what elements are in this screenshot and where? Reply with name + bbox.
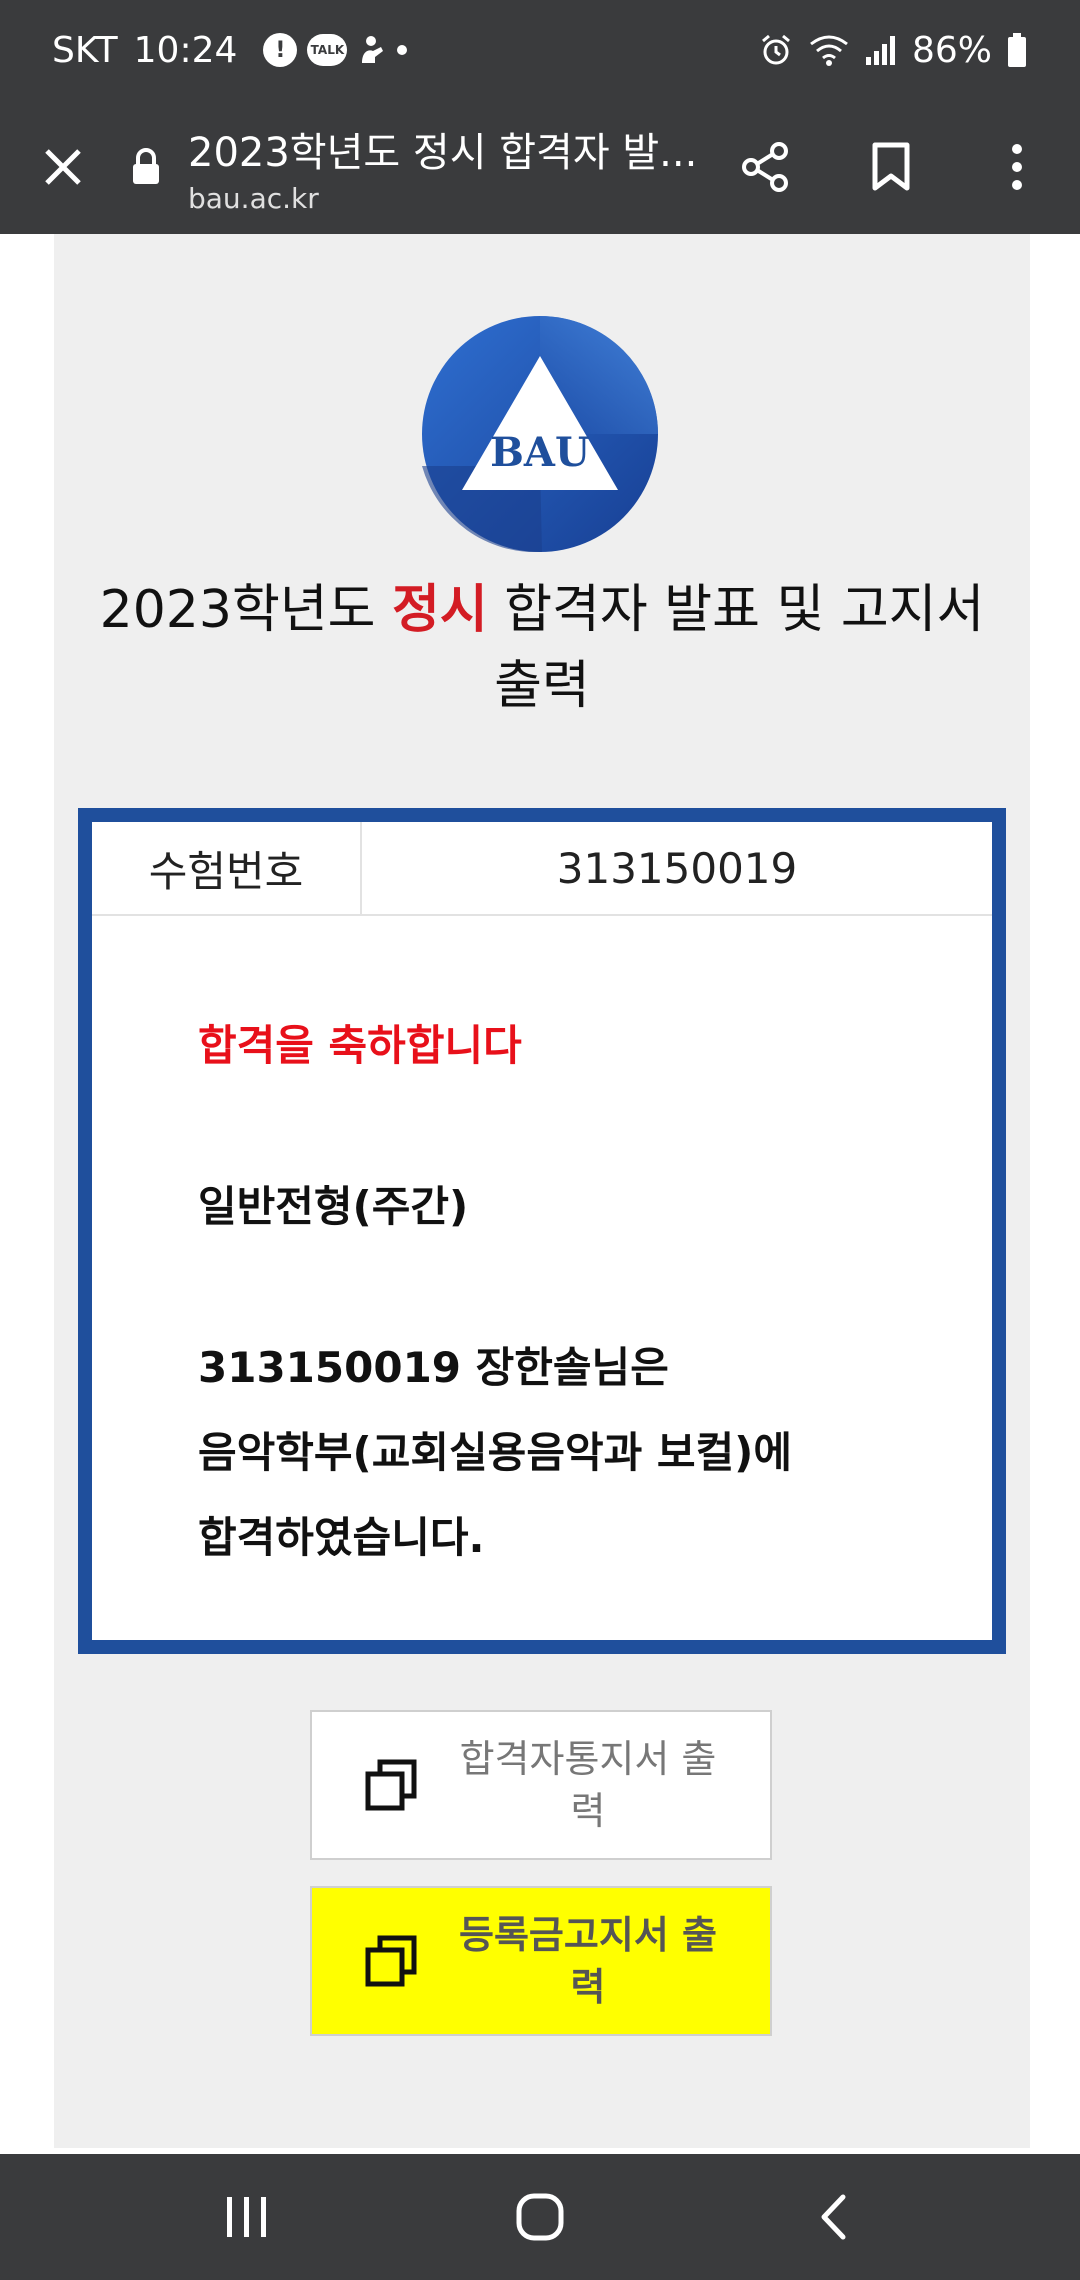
bau-logo: BAU: [422, 316, 658, 552]
home-button[interactable]: [490, 2167, 590, 2267]
result-box: 수험번호 313150019 합격을 축하합니다 일반전형(주간) 313150…: [78, 808, 1006, 1654]
exam-number-value: 313150019: [556, 843, 798, 893]
back-icon: [821, 2194, 846, 2240]
admission-type: 일반전형(주간): [198, 1182, 469, 1231]
heading-accent: 정시: [392, 580, 488, 640]
kakaotalk-notification-icon: TALK: [307, 34, 348, 66]
recent-apps-button[interactable]: [197, 2167, 297, 2267]
congratulations-text: 합격을 축하합니다: [198, 1021, 522, 1070]
exam-number-label: 수험번호: [92, 822, 362, 914]
svg-text:BAU: BAU: [490, 429, 590, 476]
signal-icon: [865, 36, 895, 65]
share-icon: [742, 142, 788, 192]
exam-number-row: 수험번호 313150019: [92, 822, 992, 916]
announcement-panel: BAU 2023학년도 정시 합격자 발표 및 고지서 출력 수험번호 3131…: [54, 234, 1030, 2148]
page-heading: 2023학년도 정시 합격자 발표 및 고지서 출력: [99, 580, 985, 716]
result-line-passed: 합격하였습니다.: [198, 1513, 485, 1562]
result-line-department: 음악학부(교회실용음악과 보컬)에: [198, 1428, 792, 1477]
web-content: BAU 2023학년도 정시 합격자 발표 및 고지서 출력 수험번호 3131…: [0, 234, 1080, 2154]
alert-notification-icon: !: [263, 33, 298, 67]
bookmark-button[interactable]: [828, 100, 954, 234]
copy-icon: [365, 1935, 417, 1987]
copy-icon: [365, 1759, 417, 1811]
more-vert-icon: [1012, 144, 1022, 190]
navigation-bar: [0, 2154, 1080, 2280]
lock-icon: [133, 148, 159, 184]
more-notifications-icon: [397, 45, 408, 55]
alarm-icon: [762, 34, 790, 65]
status-bar: SKT 10:24 ! TALK 86%: [0, 0, 1080, 100]
page-domain: bau.ac.kr: [188, 181, 319, 215]
share-button[interactable]: [702, 100, 828, 234]
back-button[interactable]: [783, 2167, 883, 2267]
wifi-icon: [810, 35, 848, 66]
close-tab-button[interactable]: [0, 100, 126, 234]
browser-toolbar: 2023학년도 정시 합격자 발... bau.ac.kr: [0, 100, 1080, 234]
clock: 10:24: [133, 29, 238, 71]
more-options-button[interactable]: [954, 100, 1080, 234]
battery-percent: 86%: [911, 29, 992, 71]
close-icon: [45, 149, 81, 185]
recent-apps-icon: [226, 2197, 266, 2237]
print-acceptance-notice-button[interactable]: 합격자통지서 출력: [310, 1710, 772, 1860]
home-icon: [516, 2193, 564, 2241]
print-tuition-bill-button[interactable]: 등록금고지서 출력: [310, 1886, 772, 2036]
hand-notification-icon: [362, 36, 384, 63]
page-title: 2023학년도 정시 합격자 발...: [188, 129, 698, 176]
url-bar[interactable]: 2023학년도 정시 합격자 발... bau.ac.kr: [126, 120, 702, 215]
bookmark-icon: [872, 142, 910, 191]
battery-icon: [1008, 33, 1026, 67]
carrier: SKT: [52, 29, 118, 71]
result-line-name: 313150019 장한솔님은: [198, 1343, 669, 1392]
